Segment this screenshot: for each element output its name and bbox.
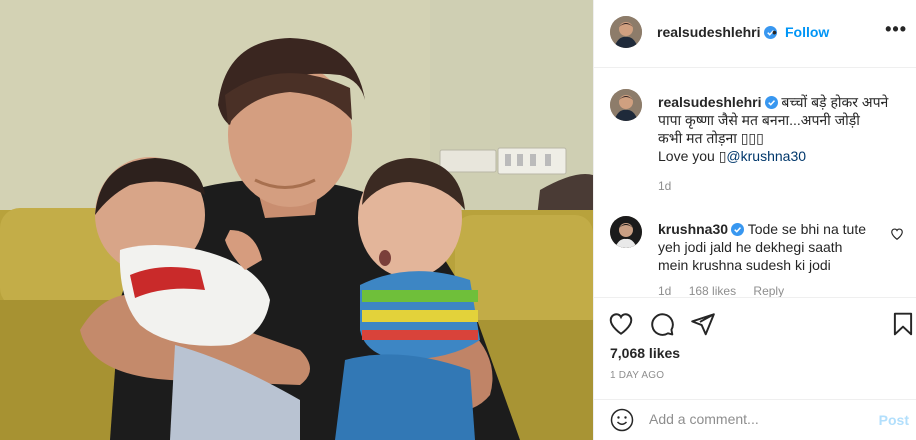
post-header: realsudeshlehri • Follow ••• bbox=[594, 0, 916, 68]
follow-button[interactable]: Follow bbox=[785, 24, 829, 40]
likes-count[interactable]: 7,068 likes bbox=[610, 345, 680, 361]
author-username[interactable]: realsudeshlehri bbox=[657, 24, 777, 40]
share-icon[interactable] bbox=[690, 311, 716, 337]
comment-item: krushna30 Tode se bhi na tute yeh jodi j… bbox=[610, 216, 910, 297]
caption-line-2: पापा कृष्णा जैसे मत बनना...अपनी जोड़ी bbox=[658, 112, 860, 128]
post-photo[interactable] bbox=[0, 0, 593, 440]
commenter-avatar[interactable] bbox=[610, 216, 642, 248]
post-timestamp: 1 DAY AGO bbox=[610, 370, 665, 381]
comment-reply-button[interactable]: Reply bbox=[753, 284, 784, 297]
comments-list[interactable]: realsudeshlehri बच्चों बड़े होकर अपने पा… bbox=[594, 69, 916, 297]
comment-text: krushna30 Tode se bhi na tute yeh jodi j… bbox=[658, 220, 890, 274]
post-actions: 7,068 likes 1 DAY AGO bbox=[594, 297, 916, 387]
bookmark-icon[interactable] bbox=[890, 311, 916, 337]
heart-icon[interactable] bbox=[608, 311, 634, 337]
caption-line-4: Love you ▯ bbox=[658, 148, 727, 164]
verified-badge-icon bbox=[731, 222, 745, 236]
author-avatar[interactable] bbox=[610, 16, 642, 48]
caption-age: 1d bbox=[658, 179, 672, 193]
caption-author-username[interactable]: realsudeshlehri bbox=[658, 94, 762, 110]
photo-illustration bbox=[0, 0, 593, 440]
add-comment-bar: Post bbox=[594, 399, 916, 440]
comment-line-3: mein krushna sudesh ki jodi bbox=[658, 257, 831, 273]
post-side-panel: realsudeshlehri • Follow ••• realsudeshl… bbox=[593, 0, 916, 440]
caption-line-1: बच्चों बड़े होकर अपने bbox=[781, 94, 889, 110]
header-separator: • bbox=[772, 24, 777, 40]
verified-badge-icon bbox=[764, 95, 778, 109]
commenter-username[interactable]: krushna30 bbox=[658, 221, 728, 237]
comment-input[interactable] bbox=[649, 411, 869, 427]
caption-line-3: कभी मत तोड़ना ▯▯▯ bbox=[658, 130, 764, 146]
caption-item: realsudeshlehri बच्चों बड़े होकर अपने पा… bbox=[610, 89, 910, 199]
caption-meta: 1d bbox=[658, 179, 685, 193]
commenter-avatar-image bbox=[610, 216, 642, 248]
author-username-text[interactable]: realsudeshlehri bbox=[657, 24, 761, 40]
comment-line-1: Tode se bhi na tute bbox=[747, 221, 866, 237]
post-comment-button[interactable]: Post bbox=[879, 412, 909, 428]
comment-age: 1d bbox=[658, 284, 672, 297]
instagram-post-modal: realsudeshlehri • Follow ••• realsudeshl… bbox=[0, 0, 916, 440]
comment-meta: 1d 168 likes Reply bbox=[658, 284, 798, 297]
caption-mention-link[interactable]: @krushna30 bbox=[726, 148, 806, 164]
emoji-icon[interactable] bbox=[610, 408, 634, 432]
comment-likes-count[interactable]: 168 likes bbox=[689, 284, 736, 297]
comment-line-2: yeh jodi jald he dekhegi saath bbox=[658, 239, 843, 255]
comment-like-icon[interactable] bbox=[890, 227, 904, 241]
caption-author-avatar[interactable] bbox=[610, 89, 642, 121]
author-avatar-image bbox=[610, 16, 642, 48]
caption-text: realsudeshlehri बच्चों बड़े होकर अपने पा… bbox=[658, 93, 890, 165]
comment-icon[interactable] bbox=[649, 311, 675, 337]
more-options-icon[interactable]: ••• bbox=[885, 20, 907, 38]
caption-avatar-image bbox=[610, 89, 642, 121]
